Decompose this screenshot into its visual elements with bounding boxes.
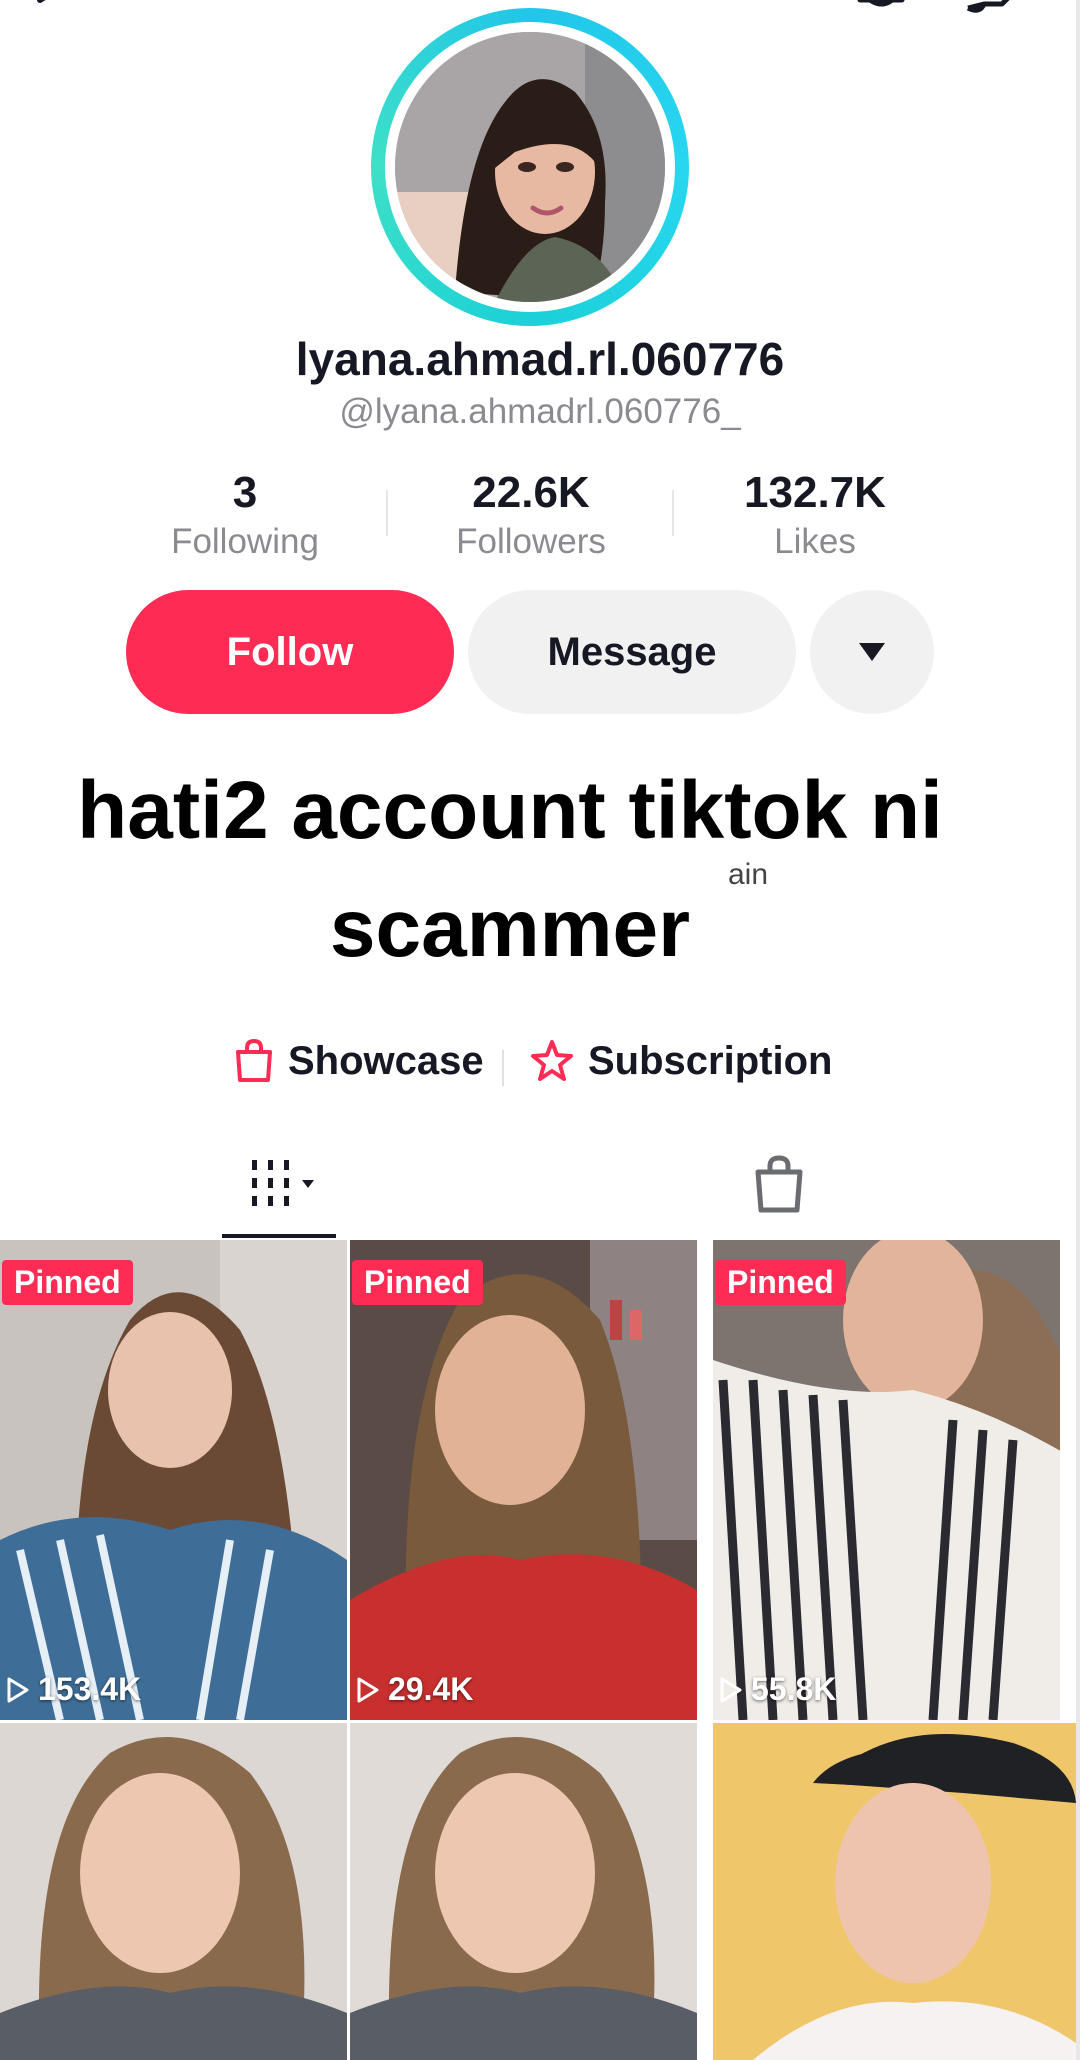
followers-label: Followers bbox=[456, 522, 606, 561]
screen-edge bbox=[1076, 0, 1080, 2060]
video-thumbnail[interactable] bbox=[713, 1723, 1076, 2060]
likes-label: Likes bbox=[774, 522, 856, 561]
more-options-button[interactable] bbox=[810, 590, 934, 714]
likes-count: 132.7K bbox=[744, 468, 886, 517]
view-count-value: 55.8K bbox=[751, 1671, 837, 1707]
play-icon bbox=[720, 1677, 742, 1702]
pinned-badge: Pinned bbox=[2, 1260, 133, 1305]
caret-down-icon bbox=[859, 643, 885, 661]
partial-bio-text: ain bbox=[728, 858, 769, 891]
shopping-bag-icon bbox=[236, 1038, 272, 1082]
stat-likes[interactable]: 132.7K Likes bbox=[700, 468, 930, 562]
stat-divider bbox=[386, 490, 388, 536]
link-divider bbox=[502, 1050, 504, 1086]
overlay-caption-line2: scammer bbox=[329, 883, 691, 974]
view-count-value: 29.4K bbox=[388, 1671, 474, 1707]
view-count: 29.4K bbox=[356, 1671, 473, 1708]
stat-followers[interactable]: 22.6K Followers bbox=[416, 468, 646, 562]
username: @lyana.ahmadrl.060776_ bbox=[339, 392, 741, 431]
active-tab-indicator bbox=[222, 1234, 336, 1238]
showcase-link[interactable]: Showcase bbox=[232, 1038, 484, 1084]
view-count-value: 153.4K bbox=[38, 1671, 142, 1707]
profile-links: Showcase Subscription bbox=[0, 1038, 1080, 1094]
tab-shop[interactable] bbox=[752, 1154, 806, 1221]
display-name: lyana.ahmad.rl.060776 bbox=[295, 333, 785, 385]
subscription-label: Subscription bbox=[588, 1038, 833, 1083]
view-count: 153.4K bbox=[6, 1671, 141, 1708]
subscription-star-icon bbox=[531, 1040, 573, 1081]
video-thumbnail[interactable]: Pinned 55.8K bbox=[713, 1240, 1060, 1720]
video-thumbnail[interactable]: Pinned 153.4K bbox=[0, 1240, 347, 1720]
tab-videos[interactable] bbox=[248, 1156, 332, 1217]
message-button[interactable]: Message bbox=[468, 590, 796, 714]
followers-count: 22.6K bbox=[472, 468, 590, 517]
video-thumbnail[interactable] bbox=[350, 1723, 697, 2060]
pinned-badge: Pinned bbox=[715, 1260, 846, 1305]
view-count: 55.8K bbox=[719, 1671, 836, 1708]
subscription-link[interactable]: Subscription bbox=[528, 1038, 832, 1084]
video-thumbnail[interactable] bbox=[0, 1723, 347, 2060]
shopping-bag-icon bbox=[755, 1155, 803, 1213]
following-count: 3 bbox=[232, 468, 258, 517]
stat-following[interactable]: 3 Following bbox=[130, 468, 360, 562]
pinned-badge: Pinned bbox=[352, 1260, 483, 1305]
follow-button[interactable]: Follow bbox=[126, 590, 454, 714]
stat-divider bbox=[672, 490, 674, 536]
share-icon[interactable] bbox=[962, 0, 1032, 33]
bell-icon[interactable] bbox=[852, 0, 912, 33]
video-thumbnail[interactable]: Pinned 29.4K bbox=[350, 1240, 697, 1720]
following-label: Following bbox=[171, 522, 319, 561]
back-arrow-icon[interactable] bbox=[28, 0, 88, 33]
avatar bbox=[395, 32, 665, 302]
avatar-ring[interactable] bbox=[371, 8, 689, 326]
play-icon bbox=[7, 1677, 29, 1702]
overlay-caption-line1: hati2 account tiktok ni bbox=[77, 765, 943, 856]
showcase-label: Showcase bbox=[288, 1038, 484, 1083]
content-tabs bbox=[0, 1150, 1076, 1238]
play-icon bbox=[357, 1677, 379, 1702]
video-grid-icon bbox=[252, 1160, 314, 1206]
